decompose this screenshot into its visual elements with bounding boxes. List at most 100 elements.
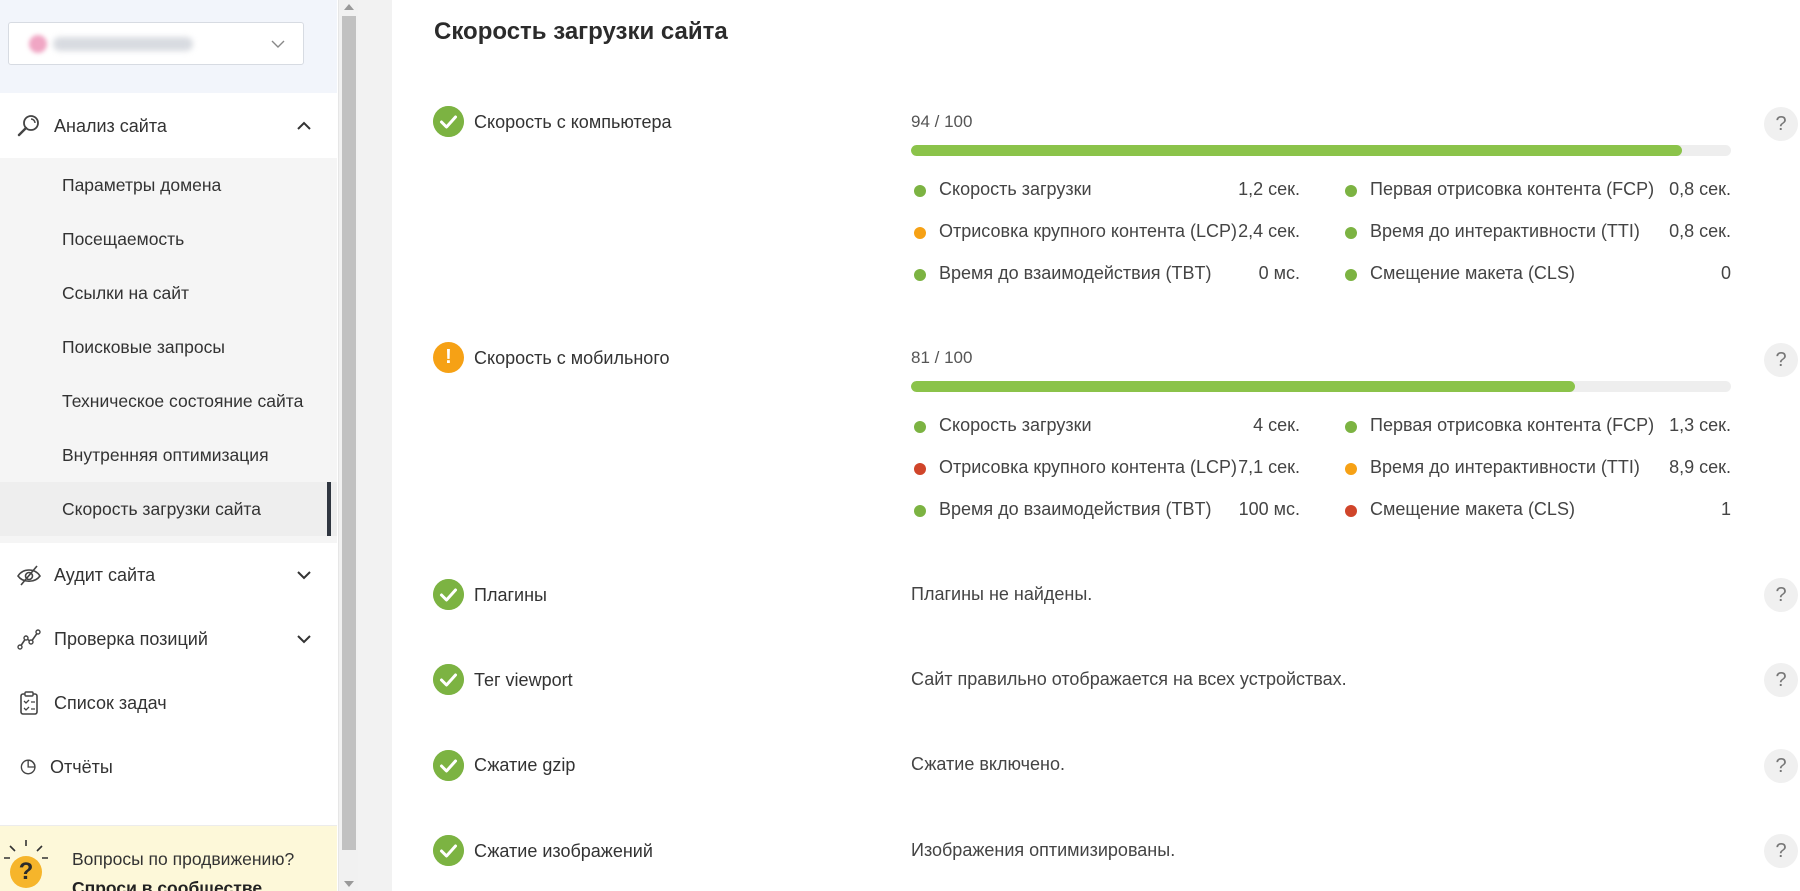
desktop-score-bar-fill <box>911 145 1682 156</box>
status-dot <box>1345 505 1357 517</box>
desktop-score: 94 / 100 <box>911 112 973 131</box>
metric-value: 0,8 сек. <box>1669 179 1731 199</box>
metric-label: Скорость загрузки <box>939 415 1092 435</box>
chevron-down-icon <box>297 571 311 580</box>
magnifier-analysis-icon <box>17 115 39 137</box>
chevron-down-icon <box>271 40 285 48</box>
nav-reports-label: Отчёты <box>50 756 113 777</box>
help-button[interactable]: ? <box>1764 343 1798 377</box>
site-select-dropdown[interactable] <box>8 22 304 65</box>
status-dot <box>1345 227 1357 239</box>
mobile-metric: Время до интерактивности (TTI) 8,9 сек. <box>1342 457 1731 481</box>
community-help-card[interactable]: ? Вопросы по продвижению? Спроси в сообщ… <box>0 825 337 891</box>
help-button[interactable]: ? <box>1764 749 1798 783</box>
metric-value: 0 мс. <box>1258 263 1300 283</box>
metric-label: Скорость загрузки <box>939 179 1092 199</box>
metric-label: Смещение макета (CLS) <box>1370 499 1575 519</box>
check-result: Плагины не найдены. <box>911 584 1093 604</box>
metric-label: Время до взаимодействия (TBT) <box>939 499 1212 519</box>
site-select-area <box>0 0 337 93</box>
metric-value: 2,4 сек. <box>1238 221 1300 241</box>
clipboard-tasks-icon <box>20 691 38 715</box>
metric-label: Время до взаимодействия (TBT) <box>939 263 1212 283</box>
metric-value: 0,8 сек. <box>1669 221 1731 241</box>
page-title: Скорость загрузки сайта <box>434 18 728 45</box>
submenu-item-internal-optimization[interactable]: Внутренняя оптимизация <box>0 428 337 482</box>
status-dot <box>914 463 926 475</box>
check-label: Плагины <box>474 585 547 605</box>
mobile-score-bar <box>911 381 1731 392</box>
chevron-down-icon <box>297 635 311 644</box>
nav-positions[interactable]: Проверка позиций <box>0 607 337 671</box>
pie-chart-reports-icon <box>20 759 36 775</box>
site-name-blurred <box>53 37 193 51</box>
metric-value: 1 <box>1720 499 1731 519</box>
analysis-submenu: Параметры домена Посещаемость Ссылки на … <box>0 158 337 543</box>
check-circle-icon <box>433 750 464 781</box>
mobile-speed-label: Скорость с мобильного <box>474 348 670 368</box>
scrollbar-thumb[interactable] <box>342 16 356 850</box>
sidebar-scrollbar[interactable] <box>338 0 358 891</box>
check-result: Сжатие включено. <box>911 754 1065 774</box>
metric-label: Первая отрисовка контента (FCP) <box>1370 179 1655 199</box>
mobile-metric: Время до взаимодействия (TBT) 100 мс. <box>911 499 1300 523</box>
check-result: Изображения оптимизированы. <box>911 840 1176 860</box>
nav-analysis[interactable]: Анализ сайта <box>0 94 337 158</box>
desktop-speed-label: Скорость с компьютера <box>474 112 672 132</box>
help-button[interactable]: ? <box>1764 578 1798 612</box>
panel-divider <box>358 0 392 891</box>
submenu-item-label: Внутренняя оптимизация <box>62 444 269 465</box>
submenu-item-domain-params[interactable]: Параметры домена <box>0 158 337 212</box>
nav-reports[interactable]: Отчёты <box>0 735 337 799</box>
desktop-metric: Отрисовка крупного контента (LCP) 2,4 сек… <box>911 221 1300 245</box>
submenu-item-label: Параметры домена <box>62 174 222 195</box>
metric-label: Первая отрисовка контента (FCP) <box>1370 415 1655 435</box>
mobile-metric: Смещение макета (CLS) 1 <box>1342 499 1731 523</box>
status-dot <box>1345 463 1357 475</box>
submenu-item-backlinks[interactable]: Ссылки на сайт <box>0 266 337 320</box>
metric-label: Смещение макета (CLS) <box>1370 263 1575 283</box>
mobile-metric: Первая отрисовка контента (FCP) 1,3 сек. <box>1342 415 1731 439</box>
nav-audit[interactable]: Аудит сайта <box>0 543 337 607</box>
metric-value: 7,1 сек. <box>1238 457 1300 477</box>
metric-label: Время до интерактивности (TTI) <box>1370 221 1640 241</box>
check-circle-icon <box>433 835 464 866</box>
main-content: Скорость загрузки сайта Скорость с компь… <box>392 0 1800 891</box>
help-button[interactable]: ? <box>1764 107 1798 141</box>
help-card-link[interactable]: Спроси в сообществе <box>72 878 262 891</box>
help-button[interactable]: ? <box>1764 834 1798 868</box>
check-circle-icon <box>433 579 464 610</box>
scroll-down-arrow-icon[interactable] <box>344 881 354 887</box>
check-circle-icon <box>433 664 464 695</box>
metric-value: 4 сек. <box>1253 415 1300 435</box>
desktop-metric: Время до взаимодействия (TBT) 0 мс. <box>911 263 1300 287</box>
submenu-item-load-speed[interactable]: Скорость загрузки сайта <box>0 482 337 536</box>
submenu-item-search-queries[interactable]: Поисковые запросы <box>0 320 337 374</box>
metric-value: 0 <box>1720 263 1731 283</box>
metric-label: Отрисовка крупного контента (LCP) <box>939 221 1238 241</box>
submenu-item-label: Ссылки на сайт <box>62 282 190 303</box>
check-label: Сжатие gzip <box>474 755 576 775</box>
nav-tasks[interactable]: Список задач <box>0 671 337 735</box>
question-bulb-icon: ? <box>10 856 42 888</box>
submenu-item-label: Поисковые запросы <box>62 336 225 357</box>
eye-audit-icon <box>17 565 41 586</box>
submenu-item-label: Техническое состояние сайта <box>62 390 304 411</box>
warning-circle-icon: ! <box>433 342 464 373</box>
nav-analysis-label: Анализ сайта <box>54 115 167 136</box>
submenu-item-technical-state[interactable]: Техническое состояние сайта <box>0 374 337 428</box>
submenu-item-traffic[interactable]: Посещаемость <box>0 212 337 266</box>
mobile-score: 81 / 100 <box>911 348 973 367</box>
check-label: Тег viewport <box>474 670 573 690</box>
submenu-item-label: Посещаемость <box>62 228 185 249</box>
scroll-up-arrow-icon[interactable] <box>344 4 354 10</box>
metric-value: 1,2 сек. <box>1238 179 1300 199</box>
desktop-metric: Время до интерактивности (TTI) 0,8 сек. <box>1342 221 1731 245</box>
mobile-metric: Отрисовка крупного контента (LCP) 7,1 сек… <box>911 457 1300 481</box>
status-dot <box>914 269 926 281</box>
status-dot <box>1345 269 1357 281</box>
mobile-metric: Скорость загрузки 4 сек. <box>911 415 1300 439</box>
nav-tasks-label: Список задач <box>54 692 167 713</box>
nav-audit-label: Аудит сайта <box>54 564 156 585</box>
help-button[interactable]: ? <box>1764 663 1798 697</box>
